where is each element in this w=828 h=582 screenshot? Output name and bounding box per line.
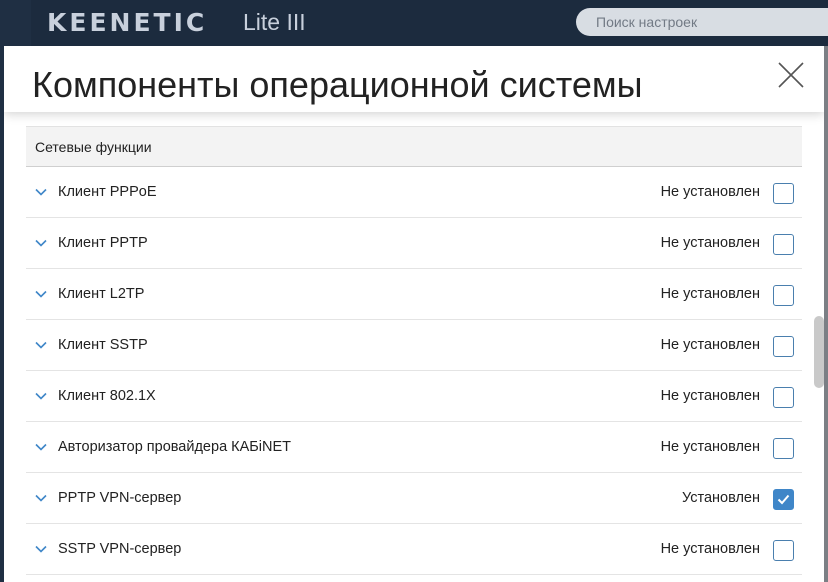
component-checkbox[interactable] [773, 285, 794, 306]
component-status: Не установлен [660, 286, 760, 302]
check-icon [777, 494, 790, 505]
chevron-down-icon[interactable] [34, 338, 48, 352]
scrollbar-thumb[interactable] [814, 316, 824, 388]
component-status: Не установлен [660, 541, 760, 557]
component-name: SSTP VPN-сервер [58, 541, 182, 557]
component-name: Клиент PPPoE [58, 184, 157, 200]
chevron-down-icon[interactable] [34, 389, 48, 403]
component-checkbox[interactable] [773, 183, 794, 204]
component-row[interactable]: Клиент PPPoE Не установлен [26, 167, 802, 218]
component-name: Клиент SSTP [58, 337, 148, 353]
section-header-network: Сетевые функции [26, 126, 802, 167]
modal-header: Компоненты операционной системы [4, 46, 824, 112]
component-row[interactable]: Авторизатор провайдера КАБiNET Не установ… [26, 422, 802, 473]
chevron-down-icon[interactable] [34, 185, 48, 199]
component-row[interactable]: Клиент L2TP Не установлен [26, 269, 802, 320]
component-row[interactable]: PPTP VPN-сервер Установлен [26, 473, 802, 524]
device-model: Lite III [243, 9, 306, 35]
component-checkbox[interactable] [773, 387, 794, 408]
component-checkbox[interactable] [773, 489, 794, 510]
close-icon[interactable] [776, 60, 806, 90]
component-status: Не установлен [660, 184, 760, 200]
settings-search-input[interactable]: Поиск настроек [576, 8, 828, 36]
component-checkbox[interactable] [773, 336, 794, 357]
component-checkbox[interactable] [773, 234, 794, 255]
chevron-down-icon[interactable] [34, 491, 48, 505]
component-status: Установлен [681, 490, 760, 506]
chevron-down-icon[interactable] [34, 440, 48, 454]
component-name: Авторизатор провайдера КАБiNET [58, 439, 292, 455]
component-status: Не установлен [660, 337, 760, 353]
component-name: Клиент PPTP [58, 235, 148, 251]
component-name: PPTP VPN-сервер [58, 490, 182, 506]
component-checkbox[interactable] [773, 540, 794, 561]
component-status: Не установлен [660, 439, 760, 455]
components-list: Сетевые функции Клиент PPPoE Не установле… [26, 126, 802, 575]
component-row[interactable]: Клиент 802.1X Не установлен [26, 371, 802, 422]
component-status: Не установлен [660, 388, 760, 404]
chevron-down-icon[interactable] [34, 542, 48, 556]
components-modal: Компоненты операционной системы Сетевые … [4, 46, 824, 582]
chevron-down-icon[interactable] [34, 236, 48, 250]
component-name: Клиент 802.1X [58, 388, 156, 404]
modal-title: Компоненты операционной системы [32, 64, 643, 105]
component-checkbox[interactable] [773, 438, 794, 459]
brand-logo: KEENETIC [47, 8, 208, 37]
component-status: Не установлен [660, 235, 760, 251]
chevron-down-icon[interactable] [34, 287, 48, 301]
component-row[interactable]: Клиент PPTP Не установлен [26, 218, 802, 269]
app-header: KEENETIC Lite III Поиск настроек [0, 0, 828, 582]
component-row[interactable]: SSTP VPN-сервер Не установлен [26, 524, 802, 575]
component-row[interactable]: Клиент SSTP Не установлен [26, 320, 802, 371]
component-name: Клиент L2TP [58, 286, 145, 302]
